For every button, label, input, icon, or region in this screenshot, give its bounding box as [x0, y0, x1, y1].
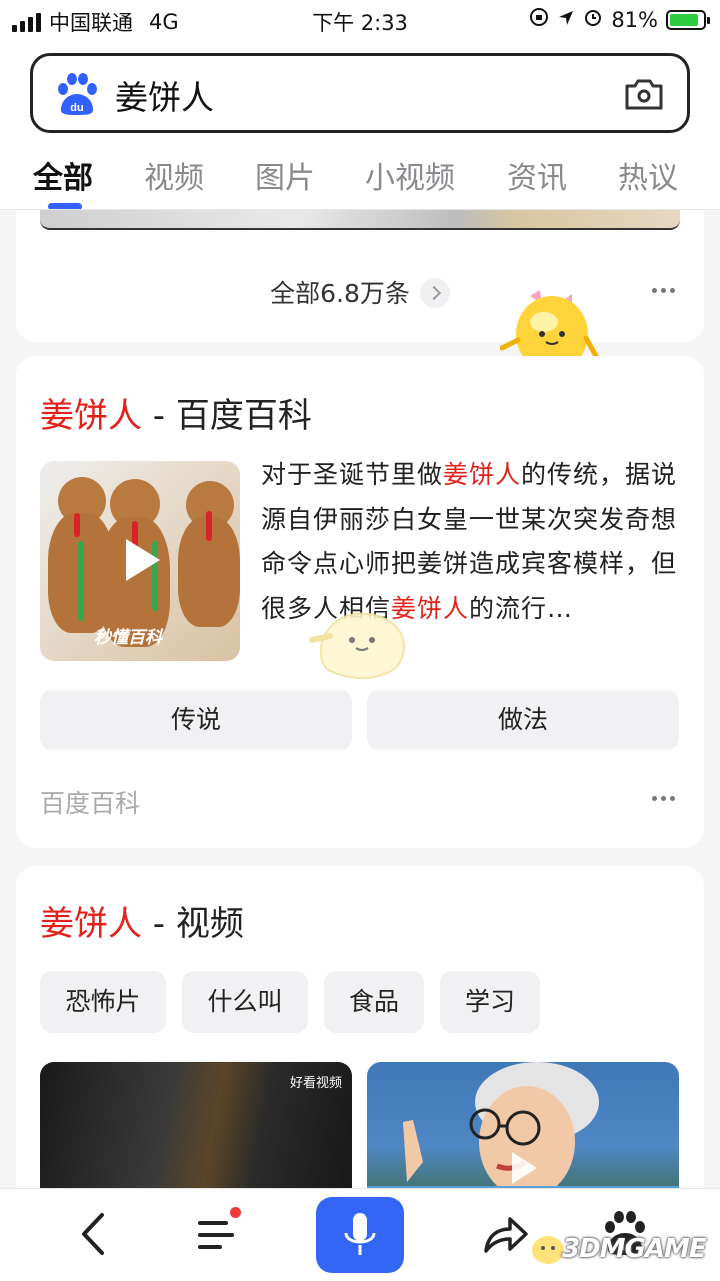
battery-icon	[666, 9, 710, 30]
voice-search-button[interactable]	[316, 1197, 404, 1273]
recipe-button[interactable]: 做法	[367, 690, 679, 750]
image-strip[interactable]	[40, 210, 680, 230]
ghost-mascot-sticker	[309, 612, 405, 680]
chip-food[interactable]: 食品	[324, 971, 424, 1033]
status-bar: 中国联通 4G 下午 2:33 81%	[0, 0, 720, 40]
video-title-keyword: 姜饼人	[40, 904, 142, 944]
svg-text:du: du	[70, 102, 83, 114]
tab-discussion[interactable]: 热议	[618, 153, 678, 197]
tab-short-video[interactable]: 小视频	[365, 153, 455, 197]
chevron-right-icon	[419, 278, 450, 308]
notification-dot	[230, 1207, 241, 1218]
all-results-label: 全部6.8万条	[270, 279, 410, 308]
chip-study[interactable]: 学习	[440, 971, 540, 1033]
thumbnail-watermark: 秒懂百科	[94, 628, 162, 648]
baike-title-keyword: 姜饼人	[40, 396, 142, 436]
desc-text-1: 对于圣诞节里做	[261, 460, 444, 489]
baike-card-title[interactable]: 姜饼人 - 百度百科	[40, 388, 312, 437]
desc-text-3: 的流行…	[469, 593, 574, 623]
rotation-lock-icon	[529, 7, 549, 32]
cartoon-grandma-image	[367, 1062, 679, 1202]
back-icon[interactable]	[70, 1209, 120, 1259]
source-label: 百度百科	[40, 789, 141, 818]
baike-video-thumbnail[interactable]: 秒懂百科	[40, 461, 240, 661]
alarm-icon	[583, 7, 603, 32]
desc-keyword-1: 姜饼人	[443, 460, 522, 489]
site-watermark: 3DMGAME	[562, 1234, 707, 1264]
tab-all[interactable]: 全部	[33, 153, 93, 197]
video-thumbnail-2[interactable]	[367, 1062, 679, 1202]
baidu-paw-icon: du	[58, 73, 97, 115]
video-card-title[interactable]: 姜饼人 - 视频	[40, 896, 244, 945]
search-box[interactable]: du 姜饼人	[30, 53, 690, 133]
tab-news[interactable]: 资讯	[507, 153, 567, 197]
play-icon	[126, 539, 160, 581]
battery-percent: 81%	[611, 7, 658, 32]
video-thumbnail-1[interactable]: 好看视频	[40, 1062, 352, 1202]
more-options-icon[interactable]	[652, 288, 676, 294]
search-header: du 姜饼人 全部 视频 图片 小视频 资讯 热议	[0, 40, 720, 210]
chip-what-is[interactable]: 什么叫	[182, 971, 308, 1033]
tab-video[interactable]: 视频	[144, 153, 204, 197]
microphone-icon	[344, 1213, 376, 1255]
legend-button[interactable]: 传说	[40, 690, 352, 750]
location-icon	[557, 8, 575, 32]
video-title-suffix: - 视频	[142, 904, 244, 944]
baike-title-suffix: - 百度百科	[142, 396, 312, 436]
more-options-icon[interactable]	[652, 796, 676, 802]
haokan-video-badge: 好看视频	[289, 1076, 342, 1091]
search-tabs: 全部 视频 图片 小视频 资讯 热议	[0, 145, 720, 210]
search-input[interactable]: 姜饼人	[115, 71, 214, 119]
tab-images[interactable]: 图片	[255, 153, 315, 197]
share-icon[interactable]	[480, 1209, 530, 1259]
chip-horror[interactable]: 恐怖片	[40, 971, 166, 1033]
camera-icon[interactable]	[623, 74, 665, 114]
